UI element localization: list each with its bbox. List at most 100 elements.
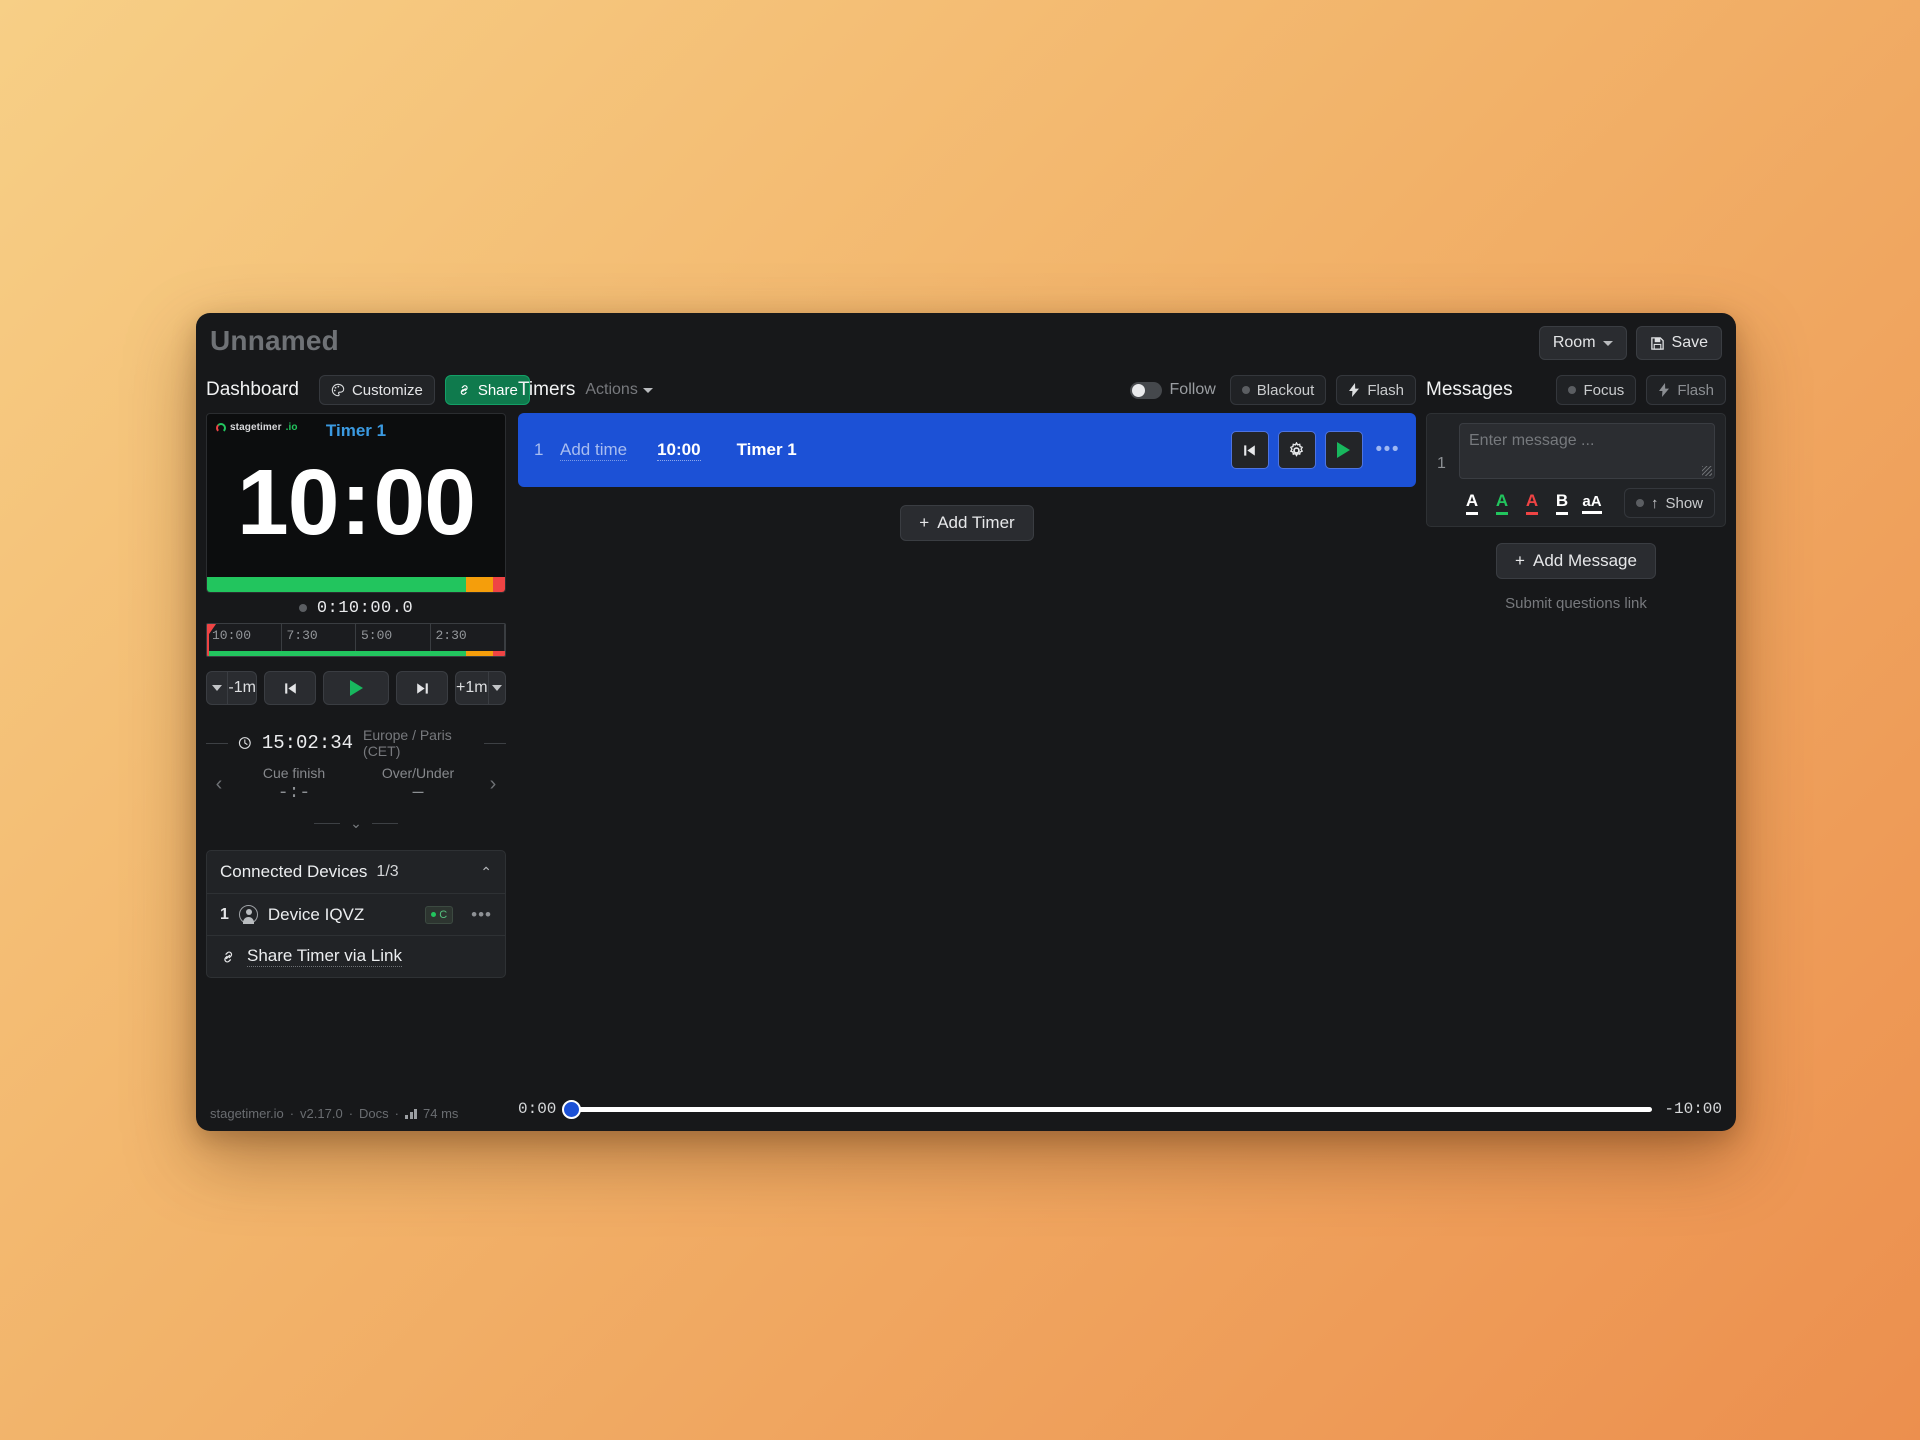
blackout-label: Blackout bbox=[1256, 381, 1315, 399]
timer-index: 1 bbox=[534, 440, 544, 459]
flash-button[interactable]: Flash bbox=[1336, 375, 1416, 405]
device-name: Device IQVZ bbox=[267, 904, 365, 924]
device-index: 1 bbox=[220, 905, 229, 923]
add-timer-button[interactable]: + Add Timer bbox=[900, 505, 1034, 541]
ruler-tick-label: 2:30 bbox=[435, 628, 467, 643]
messages-flash-label: Flash bbox=[1677, 381, 1714, 399]
timer-play-button[interactable] bbox=[1324, 431, 1363, 469]
message-input-row: 1 Enter message ... bbox=[1437, 423, 1715, 479]
timer-reset-button[interactable] bbox=[1230, 431, 1269, 469]
message-input[interactable]: Enter message ... bbox=[1459, 423, 1715, 479]
subtract-time-dropdown[interactable] bbox=[207, 672, 227, 704]
format-glyph: B bbox=[1555, 491, 1569, 515]
elapsed-readout: 0:10:00.0 bbox=[206, 593, 506, 623]
add-message-plus-icon: + bbox=[1515, 551, 1525, 570]
cue-prev-button[interactable]: ‹ bbox=[206, 773, 232, 796]
text-bold-button[interactable]: B bbox=[1547, 490, 1577, 516]
scrub-track[interactable] bbox=[562, 1099, 1653, 1119]
chevron-down-icon bbox=[1602, 340, 1613, 346]
text-color-green-button[interactable]: A bbox=[1487, 490, 1517, 516]
chevron-down-icon bbox=[212, 685, 223, 691]
focus-label: Focus bbox=[1583, 381, 1625, 399]
timer-more-menu-button[interactable]: ••• bbox=[1372, 439, 1400, 461]
current-time: 15:02:34 bbox=[261, 732, 354, 754]
submit-questions-link[interactable]: Submit questions link bbox=[1426, 595, 1726, 612]
status-dot-icon bbox=[431, 912, 437, 917]
scrub-handle[interactable] bbox=[562, 1099, 582, 1119]
follow-label: Follow bbox=[1169, 381, 1216, 398]
timer-row-controls: ••• bbox=[1230, 431, 1400, 469]
share-timer-link-row[interactable]: Share Timer via Link bbox=[207, 935, 505, 977]
progress-orange-segment bbox=[466, 577, 494, 592]
timeline-ruler[interactable]: 10:00 7:30 5:00 2:30 bbox=[206, 623, 506, 657]
status-badge-label: C bbox=[439, 908, 448, 921]
customize-button[interactable]: Customize bbox=[318, 375, 435, 405]
save-button[interactable]: Save bbox=[1635, 326, 1722, 360]
play-timer-button[interactable] bbox=[323, 671, 389, 705]
add-one-minute-button[interactable]: +1m bbox=[456, 672, 488, 704]
timer-duration[interactable]: 10:00 bbox=[657, 440, 701, 461]
flash-label: Flash bbox=[1367, 381, 1404, 399]
footer-sep: · bbox=[348, 1106, 354, 1121]
cue-finish-label: Cue finish bbox=[262, 765, 326, 781]
add-timer-wrap: + Add Timer bbox=[518, 505, 1416, 541]
dashboard-title: Dashboard bbox=[206, 379, 299, 400]
chevron-down-icon[interactable]: ⌄ bbox=[350, 815, 362, 832]
timer-list-item[interactable]: 1 Add time 10:00 Timer 1 ••• bbox=[518, 413, 1416, 487]
follow-toggle-group[interactable]: Follow bbox=[1129, 381, 1216, 399]
footer-site[interactable]: stagetimer.io bbox=[210, 1106, 284, 1121]
skip-forward-icon bbox=[416, 682, 428, 694]
timers-actions-dropdown[interactable]: Actions bbox=[585, 381, 653, 399]
text-uppercase-button[interactable]: aA bbox=[1577, 490, 1607, 516]
connected-devices-header[interactable]: Connected Devices 1/3 ⌃ bbox=[207, 851, 505, 893]
timer-settings-button[interactable] bbox=[1277, 431, 1316, 469]
footer-docs-link[interactable]: Docs bbox=[359, 1106, 389, 1121]
cue-next-button[interactable]: › bbox=[480, 773, 506, 796]
divider-right bbox=[483, 742, 506, 744]
messages-flash-button[interactable]: Flash bbox=[1646, 375, 1726, 405]
device-list-item[interactable]: 1 Device IQVZ C ••• bbox=[207, 893, 505, 935]
cue-finish-cell: Cue finish -:- bbox=[232, 765, 356, 803]
connected-devices-count: 1/3 bbox=[376, 863, 399, 880]
text-color-white-button[interactable]: A bbox=[1457, 490, 1487, 516]
message-card: 1 Enter message ... A A A B aA ↑ Show bbox=[1426, 413, 1726, 527]
room-dropdown-button[interactable]: Room bbox=[1538, 326, 1627, 360]
scrub-start-label: 0:00 bbox=[518, 1100, 557, 1118]
next-timer-button[interactable] bbox=[396, 671, 448, 705]
footer-version: v2.17.0 bbox=[300, 1106, 343, 1121]
focus-button[interactable]: Focus bbox=[1556, 375, 1637, 405]
add-message-button[interactable]: + Add Message bbox=[1496, 543, 1656, 579]
share-label: Share bbox=[477, 381, 518, 399]
share-timer-link-label: Share Timer via Link bbox=[247, 946, 402, 967]
skip-back-icon bbox=[284, 682, 296, 694]
format-glyph: A bbox=[1525, 491, 1539, 515]
footer-sep: · bbox=[394, 1106, 400, 1121]
show-message-button[interactable]: ↑ Show bbox=[1623, 488, 1715, 518]
ruler-tick-label: 10:00 bbox=[212, 628, 252, 643]
add-time-dropdown[interactable] bbox=[487, 672, 505, 704]
cue-row: ‹ Cue finish -:- Over/Under — › bbox=[206, 765, 506, 803]
resize-handle-icon[interactable] bbox=[1702, 466, 1712, 476]
chevron-up-icon[interactable]: ⌃ bbox=[480, 864, 492, 881]
status-dot-icon bbox=[1635, 499, 1644, 507]
reset-timer-button[interactable] bbox=[264, 671, 316, 705]
footer-sep: · bbox=[289, 1106, 295, 1121]
subtract-time-group: -1m bbox=[206, 671, 257, 705]
timer-name[interactable]: Timer 1 bbox=[737, 440, 797, 460]
timer-preview[interactable]: stagetimer .io Timer 1 10:00 bbox=[206, 413, 506, 593]
main-columns: Dashboard Customize Share stagetimer .io… bbox=[196, 371, 1736, 1087]
progress-red-segment bbox=[493, 577, 505, 592]
device-more-menu-button[interactable]: ••• bbox=[463, 905, 492, 925]
divider-left bbox=[314, 823, 341, 824]
add-time-link[interactable]: Add time bbox=[560, 440, 628, 461]
subtract-one-minute-button[interactable]: -1m bbox=[227, 672, 256, 704]
timers-header: Timers Actions Follow Blackout Flash bbox=[518, 371, 1416, 409]
follow-toggle[interactable] bbox=[1129, 381, 1162, 399]
skip-back-icon bbox=[1244, 444, 1255, 456]
scrub-end-label: -10:00 bbox=[1664, 1100, 1722, 1118]
timezone-label: Europe / Paris (CET) bbox=[363, 727, 452, 759]
divider-right bbox=[371, 823, 398, 824]
blackout-button[interactable]: Blackout bbox=[1229, 375, 1327, 405]
clock-icon bbox=[239, 737, 251, 749]
text-color-red-button[interactable]: A bbox=[1517, 490, 1547, 516]
